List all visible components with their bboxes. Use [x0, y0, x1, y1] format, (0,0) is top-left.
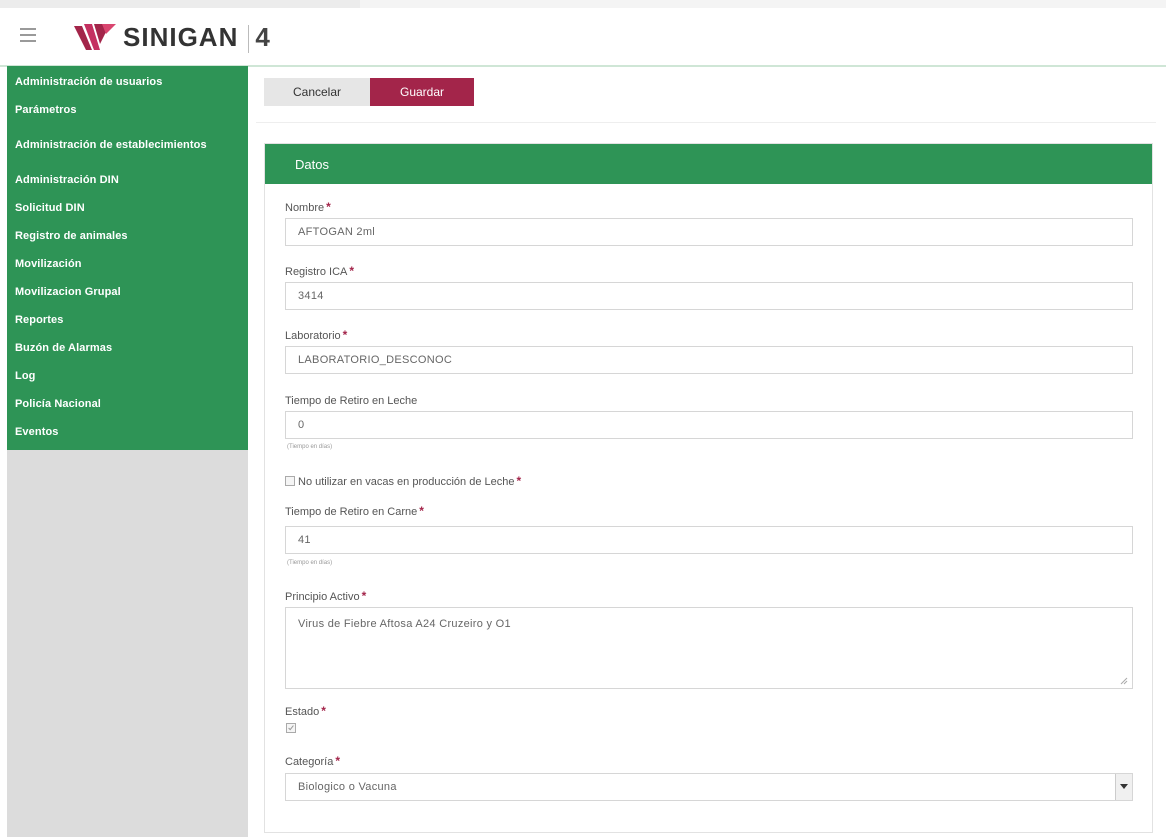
sidebar-item-usuarios[interactable]: Administración de usuarios: [7, 68, 248, 96]
chevron-down-icon[interactable]: [1115, 774, 1132, 800]
sidebar-item-label: Reportes: [15, 314, 64, 326]
estado-label-text: Estado: [285, 706, 320, 718]
sidebar-item-label: Administración DIN: [15, 174, 119, 186]
estado-label: Estado *: [285, 704, 326, 718]
principio-activo-value: Virus de Fiebre Aftosa A24 Cruzeiro y O1: [298, 618, 511, 630]
sidebar-item-label: Solicitud DIN: [15, 202, 85, 214]
registro-label: Registro ICA *: [285, 264, 354, 278]
categoria-label: Categoría *: [285, 754, 340, 768]
sidebar-item-movilizacion-grupal[interactable]: Movilizacion Grupal: [7, 278, 248, 306]
required-marker: *: [516, 474, 522, 488]
sidebar-item-label: Movilización: [15, 258, 82, 270]
categoria-select[interactable]: Biologico o Vacuna: [285, 773, 1133, 801]
required-marker: *: [342, 328, 348, 342]
sidebar-item-registro-animales[interactable]: Registro de animales: [7, 222, 248, 250]
sidebar-item-eventos[interactable]: Eventos: [7, 418, 248, 446]
sidebar-item-label: Eventos: [15, 426, 59, 438]
sidebar-item-label: Parámetros: [15, 104, 77, 116]
sidebar-nav: Administración de usuarios Parámetros Ad…: [7, 66, 248, 450]
sidebar-item-admin-din[interactable]: Administración DIN: [7, 166, 248, 194]
retiro-leche-input[interactable]: 0: [285, 411, 1133, 439]
principio-activo-textarea[interactable]: Virus de Fiebre Aftosa A24 Cruzeiro y O1: [285, 607, 1133, 689]
registro-ica-input[interactable]: 3414: [285, 282, 1133, 310]
required-marker: *: [335, 754, 340, 768]
nombre-label: Nombre *: [285, 200, 331, 214]
required-marker: *: [321, 704, 326, 718]
registro-label-text: Registro ICA: [285, 266, 348, 278]
sidebar-item-policia[interactable]: Policía Nacional: [7, 390, 248, 418]
browser-top-strip: [0, 0, 1166, 8]
no-vacas-checkbox[interactable]: [285, 476, 295, 486]
sidebar-item-reportes[interactable]: Reportes: [7, 306, 248, 334]
sidebar-item-label: Registro de animales: [15, 230, 128, 242]
sinigan-logo-icon: [74, 24, 116, 50]
retiro-carne-label-text: Tiempo de Retiro en Carne: [285, 506, 418, 518]
resize-handle-icon[interactable]: [1120, 677, 1128, 685]
nombre-label-text: Nombre: [285, 202, 325, 214]
tab-strip: [0, 0, 360, 8]
cancel-button[interactable]: Cancelar: [264, 78, 370, 106]
estado-checkbox[interactable]: [286, 723, 296, 733]
nombre-input[interactable]: AFTOGAN 2ml: [285, 218, 1133, 246]
categoria-selected-value: Biologico o Vacuna: [298, 781, 397, 793]
brand-version: 4: [255, 22, 271, 52]
app-brand: SINIGAN 4: [123, 22, 271, 54]
required-marker: *: [361, 589, 367, 603]
principio-activo-label-text: Principio Activo: [285, 591, 360, 603]
required-marker: *: [419, 504, 424, 518]
laboratorio-label-text: Laboratorio: [285, 330, 341, 342]
retiro-carne-input[interactable]: 41: [285, 526, 1133, 554]
required-marker: *: [349, 264, 355, 278]
sidebar: Administración de usuarios Parámetros Ad…: [7, 66, 248, 837]
sidebar-item-movilizacion[interactable]: Movilización: [7, 250, 248, 278]
required-marker: *: [326, 200, 331, 214]
toolbar-divider: [256, 122, 1156, 123]
sidebar-item-establecimientos[interactable]: Administración de establecimientos: [7, 124, 248, 166]
no-vacas-label-text: No utilizar en vacas en producción de Le…: [298, 476, 515, 488]
sidebar-item-label: Movilizacion Grupal: [15, 286, 121, 298]
datos-panel: Datos Nombre * AFTOGAN 2ml Registro ICA * …: [264, 143, 1153, 833]
sidebar-item-label: Administración de usuarios: [15, 76, 163, 88]
laboratorio-input[interactable]: LABORATORIO_DESCONOC: [285, 346, 1133, 374]
no-vacas-label: No utilizar en vacas en producción de Le…: [298, 474, 521, 488]
categoria-label-text: Categoría: [285, 756, 334, 768]
sidebar-item-label: Policía Nacional: [15, 398, 101, 410]
brand-name: SINIGAN: [123, 22, 239, 52]
menu-icon[interactable]: [20, 28, 36, 42]
app-header: SINIGAN 4: [0, 8, 1166, 67]
form-toolbar: Cancelar Guardar: [264, 78, 474, 106]
sidebar-item-buzon-alarmas[interactable]: Buzón de Alarmas: [7, 334, 248, 362]
sidebar-item-label: Log: [15, 370, 36, 382]
sidebar-item-label: Buzón de Alarmas: [15, 342, 113, 354]
retiro-leche-label: Tiempo de Retiro en Leche: [285, 395, 418, 407]
retiro-carne-label: Tiempo de Retiro en Carne *: [285, 504, 424, 518]
panel-title: Datos: [265, 144, 1152, 184]
retiro-leche-help: (Tiempo en días): [287, 444, 333, 450]
sidebar-item-log[interactable]: Log: [7, 362, 248, 390]
principio-activo-label: Principio Activo *: [285, 589, 366, 603]
sidebar-item-parametros[interactable]: Parámetros: [7, 96, 248, 124]
checkmark-icon: [288, 725, 294, 731]
laboratorio-label: Laboratorio *: [285, 328, 347, 342]
retiro-carne-help: (Tiempo en días): [287, 560, 333, 566]
sidebar-item-solicitud-din[interactable]: Solicitud DIN: [7, 194, 248, 222]
save-button[interactable]: Guardar: [370, 78, 474, 106]
sidebar-item-label: Administración de establecimientos: [15, 139, 207, 151]
